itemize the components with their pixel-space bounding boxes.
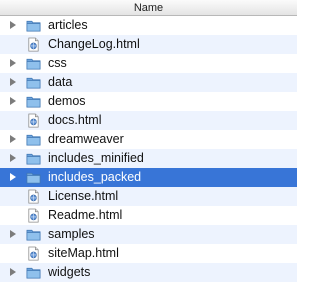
item-label: ChangeLog.html bbox=[48, 37, 140, 51]
list-item-samples[interactable]: samples bbox=[0, 225, 297, 244]
item-label: siteMap.html bbox=[48, 246, 119, 260]
folder-icon bbox=[26, 151, 41, 166]
disclosure-triangle-icon[interactable] bbox=[10, 173, 16, 181]
list-item-dreamweaver[interactable]: dreamweaver bbox=[0, 130, 297, 149]
item-label: data bbox=[48, 75, 73, 89]
item-label: License.html bbox=[48, 189, 119, 203]
folder-icon bbox=[26, 265, 41, 280]
disclosure-triangle-icon[interactable] bbox=[10, 268, 16, 276]
item-label: demos bbox=[48, 94, 86, 108]
folder-icon bbox=[26, 56, 41, 71]
disclosure-triangle-icon[interactable] bbox=[10, 59, 16, 67]
list-item-includes-minified[interactable]: includes_minified bbox=[0, 149, 297, 168]
html-file-icon bbox=[26, 246, 41, 261]
list-item-articles[interactable]: articles bbox=[0, 16, 297, 35]
item-label: dreamweaver bbox=[48, 132, 124, 146]
file-list: articles ChangeLog.html css data demos docs.h… bbox=[0, 16, 297, 282]
item-label: samples bbox=[48, 227, 95, 241]
folder-icon bbox=[26, 170, 41, 185]
list-item-widgets[interactable]: widgets bbox=[0, 263, 297, 282]
list-item-docs-html[interactable]: docs.html bbox=[0, 111, 297, 130]
name-column-header[interactable]: Name bbox=[0, 0, 297, 16]
list-item-css[interactable]: css bbox=[0, 54, 297, 73]
column-header-label: Name bbox=[133, 2, 164, 14]
item-label: Readme.html bbox=[48, 208, 123, 222]
list-item-demos[interactable]: demos bbox=[0, 92, 297, 111]
html-file-icon bbox=[26, 189, 41, 204]
item-label: widgets bbox=[48, 265, 91, 279]
item-label: articles bbox=[48, 18, 88, 32]
list-item-changelog-html[interactable]: ChangeLog.html bbox=[0, 35, 297, 54]
item-label: css bbox=[48, 56, 67, 70]
list-item-data[interactable]: data bbox=[0, 73, 297, 92]
item-label: docs.html bbox=[48, 113, 102, 127]
folder-icon bbox=[26, 132, 41, 147]
item-label: includes_packed bbox=[48, 170, 142, 184]
list-item-license-html[interactable]: License.html bbox=[0, 187, 297, 206]
html-file-icon bbox=[26, 113, 41, 128]
list-item-readme-html[interactable]: Readme.html bbox=[0, 206, 297, 225]
item-label: includes_minified bbox=[48, 151, 144, 165]
disclosure-triangle-icon[interactable] bbox=[10, 135, 16, 143]
list-item-includes-packed[interactable]: includes_packed bbox=[0, 168, 297, 187]
html-file-icon bbox=[26, 208, 41, 223]
folder-icon bbox=[26, 75, 41, 90]
disclosure-triangle-icon[interactable] bbox=[10, 21, 16, 29]
disclosure-triangle-icon[interactable] bbox=[10, 230, 16, 238]
disclosure-triangle-icon[interactable] bbox=[10, 154, 16, 162]
folder-icon bbox=[26, 94, 41, 109]
folder-icon bbox=[26, 227, 41, 242]
disclosure-triangle-icon[interactable] bbox=[10, 78, 16, 86]
disclosure-triangle-icon[interactable] bbox=[10, 97, 16, 105]
list-item-sitemap-html[interactable]: siteMap.html bbox=[0, 244, 297, 263]
folder-icon bbox=[26, 18, 41, 33]
html-file-icon bbox=[26, 37, 41, 52]
file-browser: Name articles ChangeLog.html css data demos d… bbox=[0, 0, 297, 283]
